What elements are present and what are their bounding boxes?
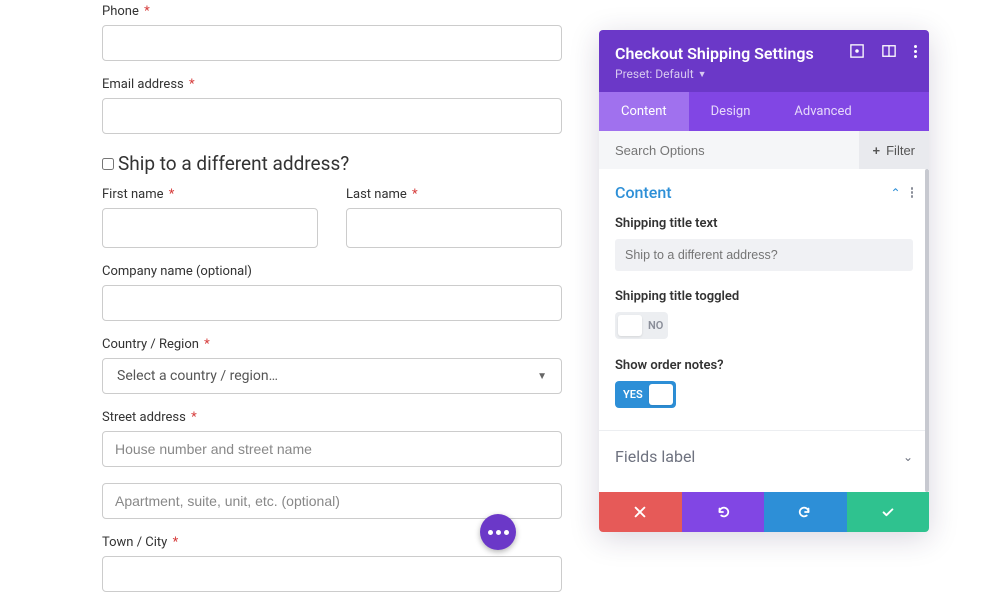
save-button[interactable] xyxy=(847,492,930,532)
tab-advanced[interactable]: Advanced xyxy=(772,92,873,131)
panel-footer xyxy=(599,492,929,532)
toggle-yes-label: YES xyxy=(623,388,643,401)
undo-icon xyxy=(716,505,730,519)
section-content-title[interactable]: Content xyxy=(615,183,672,202)
toggle-knob xyxy=(618,315,642,336)
required-mark: * xyxy=(173,535,179,550)
required-mark: * xyxy=(191,410,197,425)
company-label: Company name (optional) xyxy=(102,264,562,279)
plus-icon: + xyxy=(873,143,881,158)
email-label: Email address * xyxy=(102,77,562,92)
last-name-input[interactable] xyxy=(346,208,562,248)
target-icon[interactable] xyxy=(850,44,864,58)
shipping-title-text-label: Shipping title text xyxy=(615,216,913,231)
undo-button[interactable] xyxy=(682,492,765,532)
required-mark: * xyxy=(412,187,418,202)
redo-icon xyxy=(798,505,812,519)
company-input[interactable] xyxy=(102,285,562,321)
shipping-title-toggled-label: Shipping title toggled xyxy=(615,289,913,304)
show-order-notes-label: Show order notes? xyxy=(615,358,913,373)
filter-label: Filter xyxy=(886,143,915,158)
close-icon xyxy=(633,505,647,519)
settings-panel: Checkout Shipping Settings Preset: Defau… xyxy=(599,30,929,532)
fields-label-title: Fields label xyxy=(615,447,695,466)
toggle-knob xyxy=(649,384,673,405)
shipping-title-toggled-toggle[interactable]: NO xyxy=(615,312,668,339)
required-mark: * xyxy=(169,187,175,202)
ship-different-label: Ship to a different address? xyxy=(118,152,349,175)
email-input[interactable] xyxy=(102,98,562,134)
shipping-title-text-input[interactable] xyxy=(615,239,913,271)
chevron-down-icon: ▼ xyxy=(698,69,707,80)
first-name-label: First name * xyxy=(102,187,318,202)
panel-header: Checkout Shipping Settings Preset: Defau… xyxy=(599,30,929,92)
section-fields-label[interactable]: Fields label ⌄ xyxy=(599,430,929,482)
section-more-icon[interactable] xyxy=(911,187,914,198)
filter-button[interactable]: + Filter xyxy=(859,131,929,169)
more-icon[interactable] xyxy=(914,45,917,58)
phone-input[interactable] xyxy=(102,25,562,61)
close-button[interactable] xyxy=(599,492,682,532)
columns-icon[interactable] xyxy=(882,44,896,58)
ship-different-checkbox[interactable] xyxy=(102,158,114,170)
city-input[interactable] xyxy=(102,556,562,592)
country-select[interactable]: Select a country / region… ▼ xyxy=(102,358,562,394)
check-icon xyxy=(881,505,895,519)
country-select-value: Select a country / region… xyxy=(117,368,278,384)
search-options-input[interactable] xyxy=(599,131,859,169)
chevron-down-icon: ▼ xyxy=(537,371,547,382)
tab-content[interactable]: Content xyxy=(599,92,689,131)
toggle-no-label: NO xyxy=(648,319,663,332)
required-mark: * xyxy=(189,77,195,92)
street-label: Street address * xyxy=(102,410,562,425)
country-label: Country / Region * xyxy=(102,337,562,352)
tab-design[interactable]: Design xyxy=(689,92,773,131)
show-order-notes-toggle[interactable]: YES xyxy=(615,381,676,408)
required-mark: * xyxy=(204,337,210,352)
first-name-input[interactable] xyxy=(102,208,318,248)
panel-tabs: Content Design Advanced xyxy=(599,92,929,131)
chevron-down-icon: ⌄ xyxy=(903,450,913,464)
redo-button[interactable] xyxy=(764,492,847,532)
required-mark: * xyxy=(144,4,150,19)
module-options-fab[interactable] xyxy=(480,514,516,550)
checkout-form: Phone * Email address * Ship to a differ… xyxy=(102,4,562,592)
preset-dropdown[interactable]: Preset: Default▼ xyxy=(615,67,707,81)
phone-label: Phone * xyxy=(102,4,562,19)
chevron-up-icon[interactable]: ⌃ xyxy=(890,186,900,200)
street1-input[interactable] xyxy=(102,431,562,467)
last-name-label: Last name * xyxy=(346,187,562,202)
